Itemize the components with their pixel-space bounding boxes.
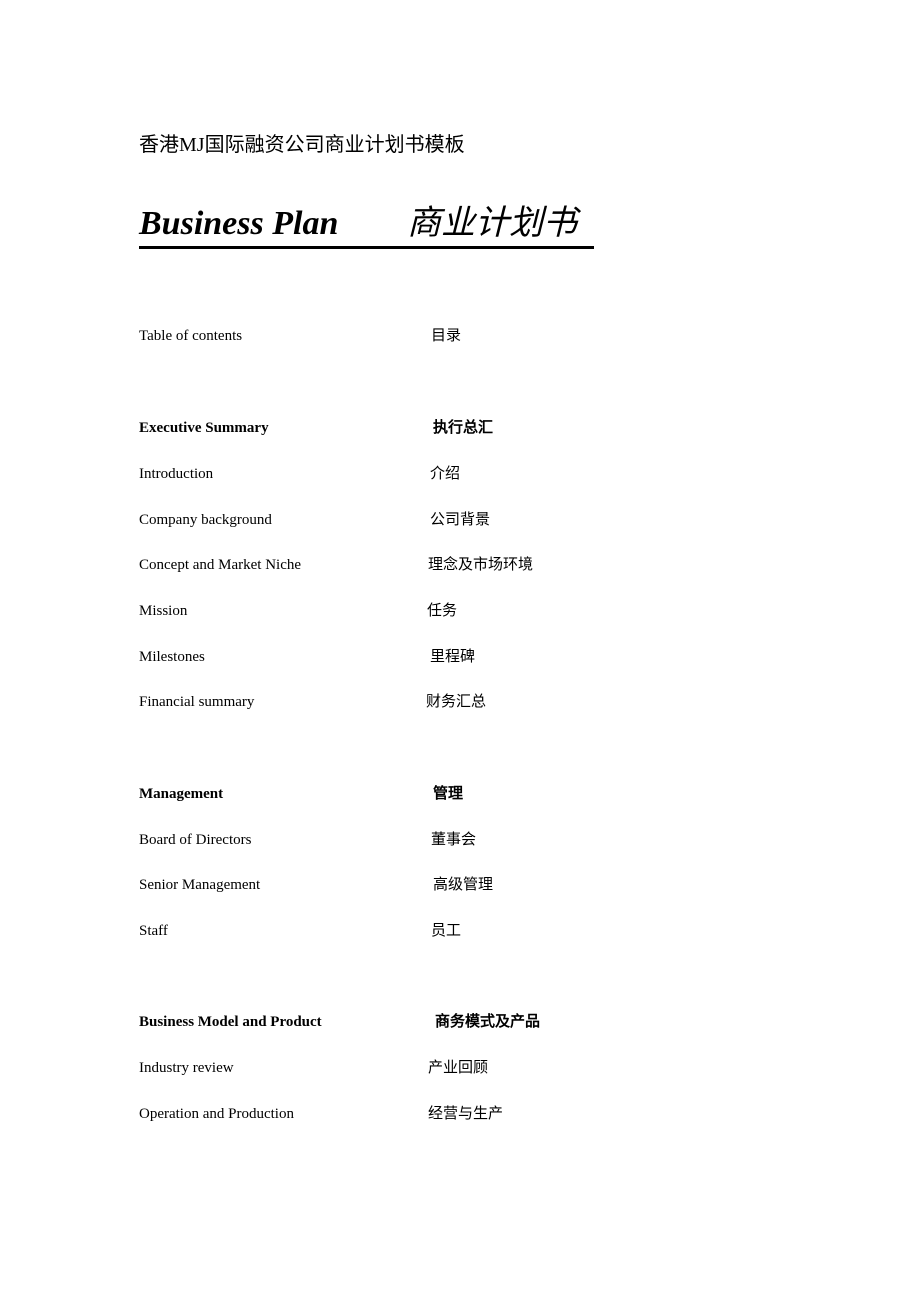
toc-item-en: Senior Management xyxy=(139,877,261,893)
toc-heading-en: Table of contents xyxy=(139,328,243,344)
toc-item-en: Staff xyxy=(139,923,168,939)
section-title-en: Management xyxy=(139,786,224,802)
toc-item-zh: 理念及市场环境 xyxy=(428,557,534,573)
document-title-en: Business Plan xyxy=(139,205,339,242)
toc-item-zh: 财务汇总 xyxy=(426,694,487,710)
toc-item-zh: 介绍 xyxy=(430,466,461,482)
toc-item-zh: 高级管理 xyxy=(433,877,494,893)
toc-item-zh: 经营与生产 xyxy=(428,1106,504,1122)
toc-item-en: Company background xyxy=(139,512,272,528)
section-title-zh: 管理 xyxy=(433,786,464,802)
toc-item-en: Industry review xyxy=(139,1060,234,1076)
toc-item-zh: 任务 xyxy=(427,603,458,619)
toc-item-en: Concept and Market Niche xyxy=(139,557,302,573)
document-title: Business Plan 商业计划书 xyxy=(139,202,594,249)
toc-item-zh: 产业回顾 xyxy=(428,1060,489,1076)
toc-heading-zh: 目录 xyxy=(431,328,462,344)
toc-item-en: Introduction xyxy=(139,466,214,482)
toc-item-en: Mission xyxy=(139,603,188,619)
section-title-en: Business Model and Product xyxy=(139,1014,322,1030)
section-title-zh: 商务模式及产品 xyxy=(435,1014,541,1030)
toc-item-en: Board of Directors xyxy=(139,832,252,848)
toc-item-zh: 里程碑 xyxy=(430,649,476,665)
section-title-en: Executive Summary xyxy=(139,420,269,436)
document-title-zh: 商业计划书 xyxy=(407,205,577,242)
toc-item-zh: 公司背景 xyxy=(430,512,491,528)
toc-item-en: Operation and Production xyxy=(139,1106,294,1122)
toc-item-en: Financial summary xyxy=(139,694,255,710)
toc-item-zh: 董事会 xyxy=(431,832,477,848)
document-header-line: 香港MJ国际融资公司商业计划书模板 xyxy=(139,134,465,156)
toc-item-en: Milestones xyxy=(139,649,205,665)
section-title-zh: 执行总汇 xyxy=(433,420,494,436)
toc-item-zh: 员工 xyxy=(431,923,462,939)
